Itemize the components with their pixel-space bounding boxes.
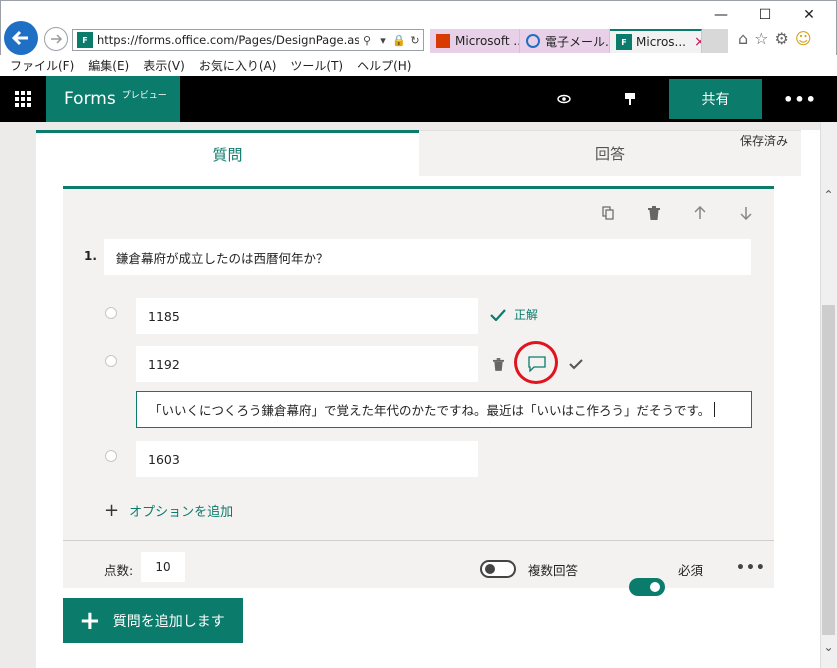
toggle-knob bbox=[650, 582, 660, 592]
points-input[interactable]: 10 bbox=[141, 552, 185, 582]
menu-view[interactable]: 表示(V) bbox=[143, 57, 185, 74]
checkmark-icon bbox=[490, 308, 506, 321]
refresh-icon[interactable]: ↻ bbox=[407, 34, 423, 47]
add-question-label: 質問を追加します bbox=[112, 613, 225, 630]
feedback-text: 「いいくにつくろう鎌倉幕府」で覚えた年代のかたですね。最近は「いいはこ作ろう」だ… bbox=[149, 403, 711, 418]
question-actions bbox=[596, 203, 758, 223]
menu-tools[interactable]: ツール(T) bbox=[290, 57, 343, 74]
scrollbar-thumb[interactable] bbox=[822, 305, 835, 635]
question-number: 1. bbox=[84, 249, 97, 263]
option-input-2[interactable]: 1192 bbox=[136, 346, 478, 382]
option-radio bbox=[105, 307, 117, 319]
copy-question-button[interactable] bbox=[596, 203, 620, 223]
theme-button[interactable] bbox=[618, 88, 642, 110]
menu-edit[interactable]: 編集(E) bbox=[88, 57, 129, 74]
dropdown-icon[interactable]: ▾ bbox=[375, 34, 391, 47]
preview-button[interactable] bbox=[552, 88, 576, 110]
forward-arrow-icon bbox=[51, 34, 63, 44]
paint-brush-icon bbox=[625, 93, 635, 105]
arrow-down-icon bbox=[740, 207, 752, 220]
office-icon bbox=[436, 34, 450, 48]
toggle-knob bbox=[485, 564, 495, 574]
tab-label: Micros... bbox=[636, 35, 686, 49]
close-window-button[interactable]: ✕ bbox=[787, 2, 831, 28]
browser-tab-microsoft[interactable]: Microsoft ... bbox=[430, 29, 520, 53]
browser-toolbar-icons: ⌂ ☆ ⚙ ☺ bbox=[738, 29, 812, 48]
app-brand: Forms プレビュー bbox=[46, 76, 180, 122]
points-label: 点数: bbox=[104, 563, 134, 578]
text-caret bbox=[714, 402, 716, 417]
back-arrow-icon bbox=[11, 30, 28, 46]
app-launcher-button[interactable] bbox=[0, 76, 46, 122]
tab-label: Microsoft ... bbox=[455, 34, 520, 48]
trash-icon bbox=[648, 206, 660, 220]
trash-icon bbox=[492, 357, 504, 371]
lock-icon: 🔒 bbox=[392, 33, 406, 47]
move-up-button[interactable] bbox=[688, 203, 712, 223]
forms-favicon-icon: F bbox=[616, 34, 632, 50]
checkmark-icon bbox=[569, 358, 583, 369]
plus-icon: + bbox=[104, 500, 120, 521]
menu-favorites[interactable]: お気に入り(A) bbox=[199, 57, 277, 74]
multiple-answers-toggle[interactable] bbox=[480, 560, 516, 578]
address-bar[interactable]: F https://forms.office.com/Pages/DesignP… bbox=[72, 29, 424, 51]
maximize-button[interactable]: ☐ bbox=[743, 2, 787, 28]
minimize-button[interactable]: — bbox=[699, 2, 743, 28]
ie-icon bbox=[526, 34, 540, 48]
scroll-down-arrow-icon[interactable]: ⌄ bbox=[820, 640, 837, 654]
forward-button[interactable] bbox=[44, 27, 68, 51]
annotation-circle bbox=[514, 341, 558, 384]
arrow-up-icon bbox=[694, 206, 706, 219]
delete-option-button[interactable] bbox=[490, 356, 506, 372]
delete-question-button[interactable] bbox=[642, 203, 666, 223]
option-input-3[interactable]: 1603 bbox=[136, 441, 478, 477]
menu-bar: ファイル(F) 編集(E) 表示(V) お気に入り(A) ツール(T) ヘルプ(… bbox=[0, 55, 837, 76]
back-button[interactable] bbox=[4, 21, 38, 55]
forms-header: Forms プレビュー 共有 ••• bbox=[0, 76, 837, 122]
divider bbox=[63, 540, 774, 541]
option-feedback-input[interactable]: 「いいくにつくろう鎌倉幕府」で覚えた年代のかたですね。最近は「いいはこ作ろう」だ… bbox=[136, 391, 752, 428]
question-more-button[interactable]: ••• bbox=[736, 560, 766, 576]
tab-questions[interactable]: 質問 bbox=[36, 130, 419, 176]
move-down-button[interactable] bbox=[734, 203, 758, 223]
option-input-1[interactable]: 1185 bbox=[136, 298, 478, 334]
home-icon[interactable]: ⌂ bbox=[738, 29, 748, 48]
add-option-label: オプションを追加 bbox=[129, 505, 234, 520]
share-button[interactable]: 共有 bbox=[669, 79, 762, 119]
question-title-input[interactable]: 鎌倉幕府が成立したのは西暦何年か？ bbox=[104, 239, 751, 275]
settings-gear-icon[interactable]: ⚙ bbox=[775, 29, 789, 48]
waffle-icon bbox=[15, 91, 31, 107]
add-option-button[interactable]: + オプションを追加 bbox=[104, 500, 233, 521]
app-name: Forms bbox=[64, 89, 116, 109]
mark-correct-button[interactable] bbox=[566, 355, 586, 373]
add-question-button[interactable]: + 質問を追加します bbox=[63, 598, 243, 643]
tab-close-icon[interactable]: × bbox=[694, 34, 701, 50]
forms-favicon-icon: F bbox=[77, 32, 93, 48]
window-controls: — ☐ ✕ bbox=[699, 2, 831, 28]
plus-icon: + bbox=[79, 605, 101, 636]
required-label: 必須 bbox=[678, 563, 704, 578]
menu-help[interactable]: ヘルプ(H) bbox=[357, 57, 411, 74]
correct-label: 正解 bbox=[514, 308, 539, 322]
multiple-answers-label: 複数回答 bbox=[528, 563, 579, 578]
copy-icon bbox=[602, 206, 614, 220]
browser-tab-email[interactable]: 電子メール... bbox=[520, 29, 610, 53]
new-tab-button[interactable] bbox=[702, 29, 728, 53]
option-radio bbox=[105, 450, 117, 462]
browser-tab-forms[interactable]: F Micros... × bbox=[610, 29, 702, 53]
menu-file[interactable]: ファイル(F) bbox=[10, 57, 74, 74]
tab-label: 電子メール... bbox=[545, 34, 610, 49]
scroll-up-arrow-icon[interactable]: ⌃ bbox=[820, 188, 837, 202]
feedback-smiley-icon[interactable]: ☺ bbox=[795, 29, 812, 48]
eye-icon bbox=[557, 94, 571, 104]
more-options-button[interactable]: ••• bbox=[783, 88, 816, 110]
option-radio bbox=[105, 355, 117, 367]
search-icon[interactable]: ⚲ bbox=[359, 34, 375, 47]
correct-answer-indicator[interactable]: 正解 bbox=[490, 306, 538, 323]
required-toggle[interactable] bbox=[629, 578, 665, 596]
preview-badge: プレビュー bbox=[121, 90, 167, 101]
favorites-star-icon[interactable]: ☆ bbox=[754, 29, 768, 48]
address-url: https://forms.office.com/Pages/DesignPag… bbox=[97, 33, 359, 47]
saved-status: 保存済み bbox=[740, 134, 789, 148]
